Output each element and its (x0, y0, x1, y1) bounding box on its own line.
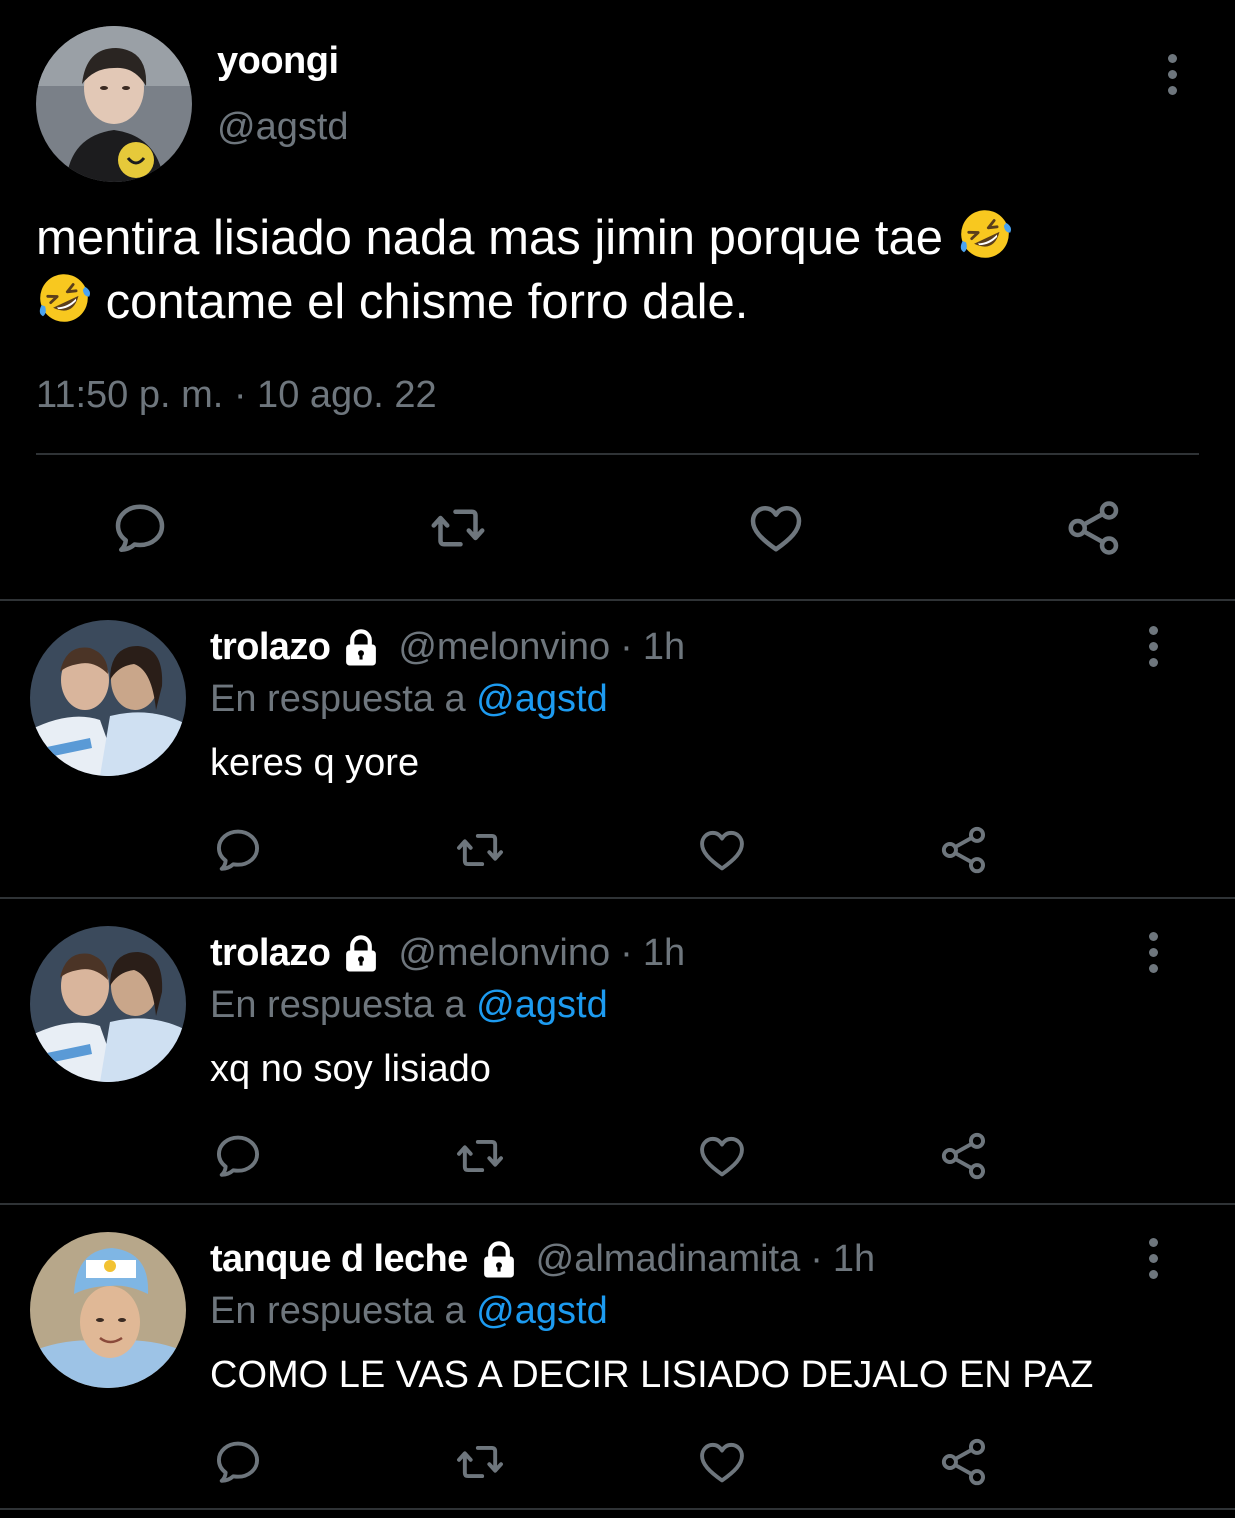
reply-icon (212, 1130, 264, 1182)
author-handle[interactable]: @melonvino (398, 932, 610, 975)
retweet-icon (454, 1436, 506, 1488)
author-name[interactable]: trolazo (210, 626, 331, 669)
like-icon (746, 498, 806, 558)
divider (0, 1203, 1235, 1205)
reply-icon (110, 498, 170, 558)
share-icon (938, 824, 990, 876)
retweet-icon (428, 498, 488, 558)
reply-context: En respuesta a @agstd (210, 1290, 608, 1333)
mention-link[interactable]: @agstd (476, 678, 608, 720)
more-icon[interactable] (1160, 44, 1184, 104)
main-tweet: yoongi @agstd mentira lisiado nada mas j… (0, 0, 1235, 600)
divider (0, 599, 1235, 601)
avatar[interactable] (30, 1232, 186, 1388)
reply-button[interactable] (208, 820, 268, 880)
like-button[interactable] (692, 1126, 752, 1186)
reply-time[interactable]: 1h (833, 1238, 875, 1281)
tweet-text-line1: mentira lisiado nada mas jimin porque ta… (36, 211, 943, 265)
more-icon[interactable] (1141, 922, 1165, 982)
like-button[interactable] (692, 1432, 752, 1492)
reply-to-label: En respuesta a (210, 678, 466, 720)
rofl-emoji-icon (36, 270, 92, 326)
avatar[interactable] (30, 926, 186, 1082)
lock-icon (478, 1239, 520, 1281)
mention-link[interactable]: @agstd (476, 984, 608, 1026)
like-button[interactable] (740, 492, 812, 564)
reply-header: trolazo @melonvino · 1h (210, 626, 685, 669)
separator: · (620, 932, 633, 974)
share-button[interactable] (1058, 492, 1130, 564)
like-icon (696, 1130, 748, 1182)
reply-text: COMO LE VAS A DECIR LISIADO DEJALO EN PA… (210, 1354, 1094, 1396)
reply-button[interactable] (104, 492, 176, 564)
more-icon[interactable] (1141, 616, 1165, 676)
reply-tweet[interactable]: trolazo @melonvino · 1h En respuesta a @… (0, 908, 1235, 1212)
reply-to-label: En respuesta a (210, 1290, 466, 1332)
like-button[interactable] (692, 820, 752, 880)
more-icon[interactable] (1141, 1228, 1165, 1288)
reply-text: keres q yore (210, 742, 420, 784)
retweet-button[interactable] (450, 1432, 510, 1492)
share-button[interactable] (934, 1432, 994, 1492)
tweet-text-line2: contame el chisme forro dale. (105, 275, 749, 329)
lock-icon (340, 627, 382, 669)
author-name[interactable]: tanque d leche (210, 1238, 468, 1281)
reply-header: tanque d leche @almadinamita · 1h (210, 1238, 875, 1281)
like-icon (696, 824, 748, 876)
share-button[interactable] (934, 820, 994, 880)
reply-button[interactable] (208, 1126, 268, 1186)
retweet-icon (454, 1130, 506, 1182)
like-icon (696, 1436, 748, 1488)
separator: · (810, 1238, 823, 1280)
avatar[interactable] (36, 26, 192, 182)
reply-context: En respuesta a @agstd (210, 678, 608, 721)
reply-text: xq no soy lisiado (210, 1048, 491, 1090)
reply-tweet[interactable]: tanque d leche @almadinamita · 1h En res… (0, 1214, 1235, 1518)
reply-context: En respuesta a @agstd (210, 984, 608, 1027)
retweet-icon (454, 824, 506, 876)
author-name[interactable]: trolazo (210, 932, 331, 975)
tweet-text: mentira lisiado nada mas jimin porque ta… (36, 206, 1166, 334)
divider (36, 453, 1199, 455)
reply-time[interactable]: 1h (643, 932, 685, 975)
reply-icon (212, 824, 264, 876)
retweet-button[interactable] (450, 1126, 510, 1186)
share-icon (938, 1436, 990, 1488)
separator: · (620, 626, 633, 668)
reply-tweet[interactable]: trolazo @melonvino · 1h En respuesta a @… (0, 602, 1235, 906)
mention-link[interactable]: @agstd (476, 1290, 608, 1332)
share-button[interactable] (934, 1126, 994, 1186)
author-handle[interactable]: @almadinamita (536, 1238, 801, 1281)
reply-header: trolazo @melonvino · 1h (210, 932, 685, 975)
retweet-button[interactable] (422, 492, 494, 564)
reply-icon (212, 1436, 264, 1488)
divider (0, 1508, 1235, 1510)
rofl-emoji-icon (957, 206, 1013, 262)
share-icon (1064, 498, 1124, 558)
reply-to-label: En respuesta a (210, 984, 466, 1026)
reply-time[interactable]: 1h (643, 626, 685, 669)
author-handle[interactable]: @melonvino (398, 626, 610, 669)
divider (0, 897, 1235, 899)
reply-button[interactable] (208, 1432, 268, 1492)
lock-icon (340, 933, 382, 975)
author-name[interactable]: yoongi (217, 40, 339, 83)
retweet-button[interactable] (450, 820, 510, 880)
author-handle[interactable]: @agstd (217, 106, 349, 149)
tweet-timestamp[interactable]: 11:50 p. m. · 10 ago. 22 (36, 374, 437, 417)
avatar[interactable] (30, 620, 186, 776)
share-icon (938, 1130, 990, 1182)
